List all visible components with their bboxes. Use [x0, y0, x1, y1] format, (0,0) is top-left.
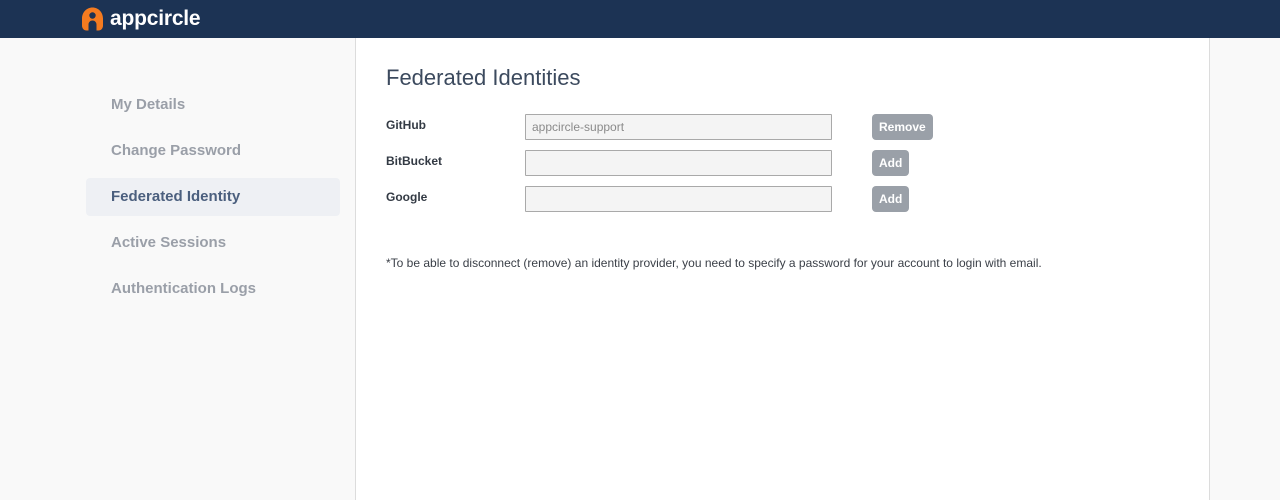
page-title: Federated Identities — [386, 65, 581, 90]
sidebar: My Details Change Password Federated Ide… — [0, 38, 355, 500]
bitbucket-add-button[interactable]: Add — [872, 150, 910, 176]
disconnect-note: *To be able to disconnect (remove) an id… — [386, 256, 1042, 270]
github-remove-button[interactable]: Remove — [872, 114, 933, 140]
google-label: Google — [386, 190, 428, 204]
google-field[interactable] — [525, 186, 832, 212]
top-bar: appcircle — [0, 0, 1280, 38]
sidebar-item-authentication-logs[interactable]: Authentication Logs — [86, 270, 340, 308]
main-content: Federated Identities GitHub Remove BitBu… — [355, 38, 1210, 500]
github-field[interactable] — [525, 114, 832, 140]
brand-logo[interactable]: appcircle — [80, 5, 201, 33]
bitbucket-field[interactable] — [525, 150, 832, 176]
sidebar-item-federated-identity[interactable]: Federated Identity — [86, 178, 340, 216]
brand-name: appcircle — [110, 7, 201, 30]
bitbucket-label: BitBucket — [386, 154, 443, 168]
sidebar-item-change-password[interactable]: Change Password — [86, 132, 340, 170]
sidebar-item-my-details[interactable]: My Details — [86, 86, 340, 124]
google-add-button[interactable]: Add — [872, 186, 910, 212]
github-label: GitHub — [386, 118, 426, 132]
appcircle-logo-icon — [80, 6, 105, 32]
sidebar-item-active-sessions[interactable]: Active Sessions — [86, 224, 340, 262]
